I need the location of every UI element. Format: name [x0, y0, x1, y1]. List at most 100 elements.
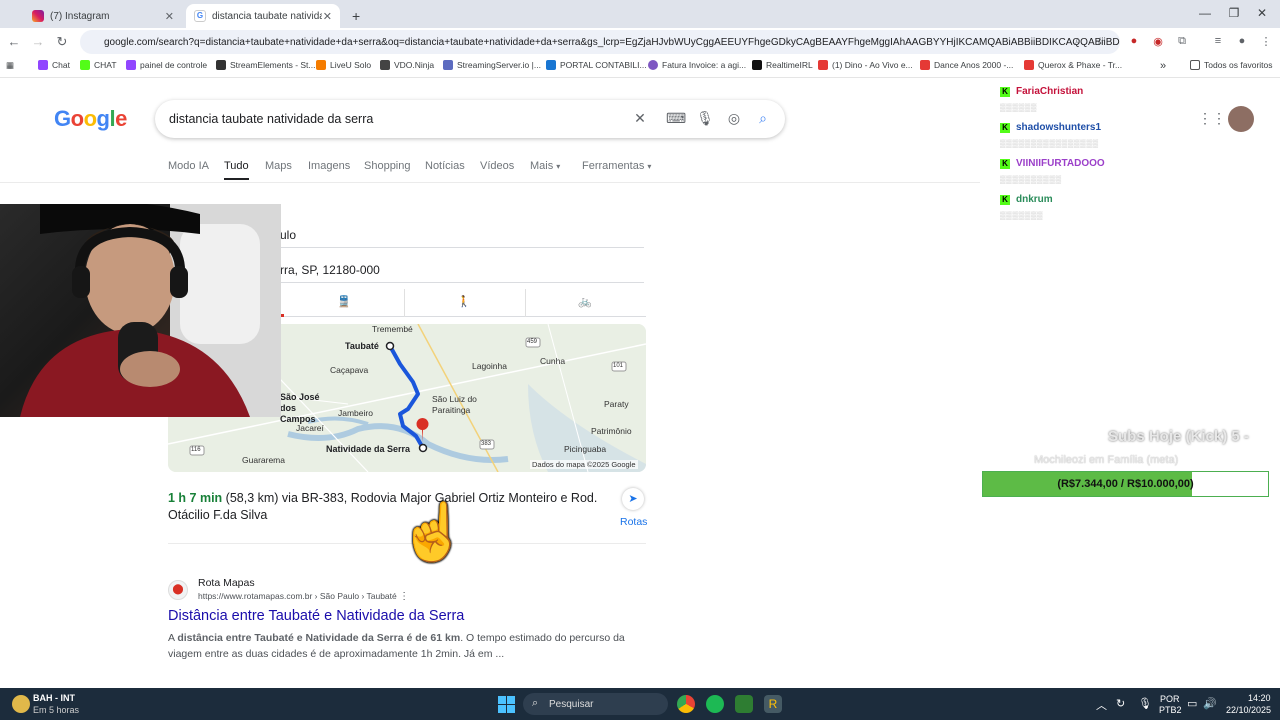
tab-modo-ia[interactable]: Modo IA	[168, 160, 209, 172]
avatar[interactable]	[1228, 106, 1254, 132]
road-number: 116	[191, 447, 201, 453]
tab-title: (7) Instagram	[50, 10, 110, 22]
map-label: Guararema	[242, 455, 285, 465]
speaker-icon[interactable]: 🔊	[1203, 697, 1217, 710]
display-icon[interactable]: ▭	[1187, 697, 1197, 710]
bookmark-item[interactable]: LiveU Solo	[316, 60, 371, 70]
bookmark-item[interactable]: Dance Anos 2000 -...	[920, 60, 1013, 70]
app-icon[interactable]	[735, 695, 753, 713]
windows-start-icon[interactable]	[498, 696, 515, 713]
bookmark-item[interactable]: Fatura Invoice: a agi...	[648, 60, 746, 70]
chevron-down-icon: ▾	[647, 162, 652, 171]
bicycle-icon[interactable]: 🚲	[525, 295, 645, 308]
sync-icon[interactable]: ↻	[1116, 697, 1125, 710]
media-icon[interactable]: ≡	[1210, 35, 1226, 47]
walking-icon[interactable]: 🚶	[404, 295, 524, 308]
chat-username: shadowshunters1	[1016, 122, 1102, 133]
tab-videos[interactable]: Vídeos	[480, 160, 514, 172]
origin-field[interactable]: ulo	[280, 222, 644, 248]
search-query: distancia taubate natividade da serra	[169, 112, 374, 126]
result-site[interactable]: Rota Mapas	[198, 577, 255, 589]
bookmark-star-icon[interactable]: ☆	[1092, 35, 1108, 48]
tab-google-search[interactable]: G distancia taubate natividade da ✕	[186, 4, 340, 28]
clock-date[interactable]: 22/10/2025	[1226, 705, 1271, 715]
bookmark-item[interactable]: StreamingServer.io |...	[443, 60, 541, 70]
more-options-icon[interactable]: ⋮	[399, 591, 409, 602]
maximize-icon[interactable]: ❐	[1224, 6, 1244, 20]
bookmark-item[interactable]: PORTAL CONTABILI...	[546, 60, 647, 70]
clock-time[interactable]: 14:20	[1248, 693, 1271, 703]
bookmark-item[interactable]: Querox & Phaxe - Tr...	[1024, 60, 1122, 70]
result-title-link[interactable]: Distância entre Taubaté e Natividade da …	[168, 608, 464, 624]
reload-icon[interactable]: ↻	[54, 34, 70, 50]
keyboard-icon[interactable]: ⌨	[666, 110, 686, 127]
language-code[interactable]: POR	[1160, 694, 1180, 704]
road-number: 459	[527, 339, 538, 345]
bookmark-item[interactable]: StreamElements - St...	[216, 60, 316, 70]
streaming-server-icon	[443, 60, 453, 70]
tab-shopping[interactable]: Shopping	[364, 160, 411, 172]
google-logo[interactable]: Google	[54, 106, 127, 132]
search-icon[interactable]: ⌕	[753, 110, 773, 127]
back-icon[interactable]: ←	[6, 34, 22, 49]
rotas-link[interactable]: Rotas	[620, 516, 647, 528]
chevron-up-icon[interactable]: ︿	[1096, 697, 1107, 713]
chrome-icon[interactable]	[677, 695, 695, 713]
twitch-icon	[38, 60, 48, 70]
lens-icon[interactable]: ◎	[724, 110, 744, 127]
bookmark-item[interactable]: VDO.Ninja	[380, 60, 434, 70]
close-icon[interactable]: ✕	[165, 10, 174, 23]
all-bookmarks[interactable]: Todos os favoritos	[1190, 60, 1273, 70]
minimize-icon[interactable]: —	[1195, 6, 1215, 20]
close-icon[interactable]: ✕	[323, 10, 332, 23]
weather-icon[interactable]	[12, 695, 30, 713]
tab-ferramentas[interactable]: Ferramentas ▾	[582, 160, 651, 172]
goal-text: (R$7.344,00 / R$10.000,00)	[1057, 478, 1194, 490]
clear-icon[interactable]: ✕	[630, 110, 650, 127]
location-pin-icon: ⬤	[168, 580, 188, 600]
profile-avatar-icon[interactable]: ●	[1234, 35, 1250, 47]
apps-grid-icon[interactable]: ▦	[6, 60, 14, 71]
menu-dots-icon[interactable]: ⋮	[1258, 35, 1274, 48]
tab-noticias[interactable]: Notícias	[425, 160, 465, 172]
tab-mais[interactable]: Mais ▾	[530, 160, 560, 172]
bookmark-item[interactable]: CHAT	[80, 60, 117, 70]
bookmark-item[interactable]: RealtimeIRL	[752, 60, 813, 70]
bookmark-item[interactable]: Chat	[38, 60, 70, 70]
keyboard-layout[interactable]: PTB2	[1159, 705, 1182, 715]
map-label: São Luiz do Paraitinga	[432, 394, 477, 415]
microphone-icon[interactable]: 🎙	[1138, 697, 1152, 710]
extension-icon[interactable]: ●	[1126, 35, 1142, 47]
map-label: Jambeiro	[338, 408, 373, 418]
tab-imagens[interactable]: Imagens	[308, 160, 350, 172]
chat-username: dnkrum	[1016, 194, 1053, 205]
more-bookmarks-icon[interactable]: »	[1160, 60, 1166, 72]
destination-field[interactable]: rra, SP, 12180-000	[280, 257, 644, 283]
apps-grid-icon[interactable]: ⋮⋮	[1198, 110, 1226, 127]
google-icon: G	[194, 10, 206, 22]
zoom-icon[interactable]: ⌕	[1070, 35, 1086, 48]
search-input[interactable]: distancia taubate natividade da serra	[155, 100, 785, 138]
tab-instagram[interactable]: (7) Instagram ✕	[24, 4, 182, 28]
taskbar-search[interactable]: ⌕ Pesquisar	[523, 693, 668, 715]
forward-icon[interactable]: →	[30, 34, 46, 49]
microphone-icon[interactable]: 🎙	[695, 110, 715, 127]
spotify-icon[interactable]	[706, 695, 724, 713]
bookmark-item[interactable]: (1) Dino - Ao Vivo e...	[818, 60, 913, 70]
address-bar[interactable]: google.com/search?q=distancia+taubate+na…	[80, 30, 1120, 54]
tab-tudo[interactable]: Tudo	[224, 160, 249, 180]
weather-title[interactable]: BAH - INT	[33, 693, 75, 703]
directions-icon[interactable]: ➤	[622, 488, 644, 510]
extensions-puzzle-icon[interactable]: ⧉	[1174, 35, 1190, 48]
new-tab-button[interactable]: +	[344, 4, 364, 28]
tab-maps[interactable]: Maps	[265, 160, 292, 172]
transit-icon[interactable]: 🚆	[284, 295, 404, 308]
extension-icon[interactable]: ◉	[1150, 35, 1166, 48]
bookmark-label: RealtimeIRL	[766, 60, 813, 70]
app-icon[interactable]: R	[764, 695, 782, 713]
hand-cursor-icon: ☝	[398, 500, 468, 563]
kick-icon: K	[1000, 194, 1010, 205]
bookmark-label: VDO.Ninja	[394, 60, 435, 70]
close-window-icon[interactable]: ✕	[1252, 6, 1272, 20]
bookmark-item[interactable]: painel de controle	[126, 60, 207, 70]
